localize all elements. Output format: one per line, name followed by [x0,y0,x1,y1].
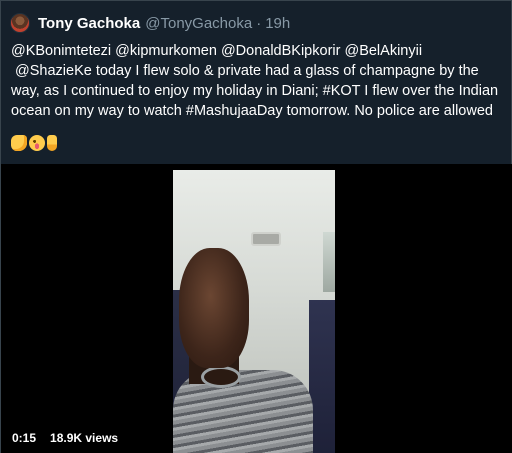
video-duration: 0:15 [7,429,42,447]
author-handle[interactable]: @TonyGachoka [145,15,252,32]
tweet-timestamp[interactable]: 19h [265,15,290,32]
tweet-emojis [11,133,57,153]
tweet-card[interactable]: Tony Gachoka @TonyGachoka · 19h @KBonimt… [0,0,512,453]
video-frame[interactable] [173,170,335,453]
video-player[interactable]: 0:15 18.9K views [1,164,512,453]
author-name[interactable]: Tony Gachoka [38,15,140,32]
separator-dot: · [256,14,262,32]
tweet-header: Tony Gachoka @TonyGachoka · 19h [10,11,290,35]
air-vent [251,232,281,246]
video-views: 18.9K views [45,429,124,447]
person-head [179,248,249,368]
avatar[interactable] [10,13,30,33]
fist-icon [11,135,27,151]
winking-face-tongue-icon [29,135,45,151]
person-collar [201,366,241,388]
video-overlay: 0:15 18.9K views [7,429,124,447]
tweet-text: @KBonimtetezi @kipmurkomen @DonaldBKipko… [11,43,499,119]
cabin-window [323,232,335,292]
pointing-down-icon [47,135,57,151]
